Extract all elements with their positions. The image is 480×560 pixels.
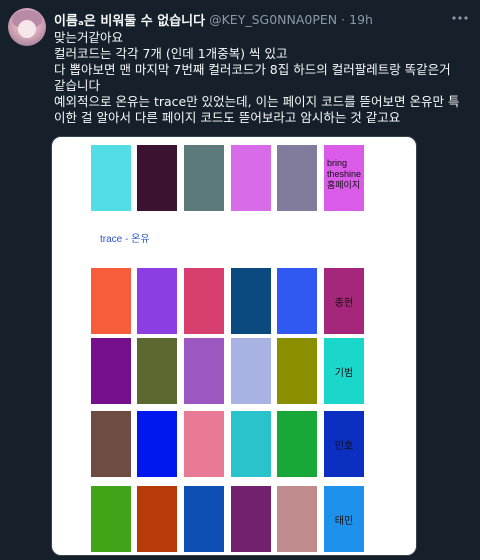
color-swatch [231,268,271,334]
trace-label: trace - 온유 [100,234,150,245]
avatar-face [18,20,36,38]
color-swatch [137,268,177,334]
user-handle[interactable]: @KEY_SG0NNA0PEN [209,12,337,27]
color-swatch [91,338,131,404]
color-swatch [91,486,131,552]
color-swatch [137,486,177,552]
color-swatch [184,486,224,552]
tweet-header: 이름ₐ은 비워둘 수 없습니다 @KEY_SG0NNA0PEN · 19h [54,9,373,29]
member-swatch: 민호 [324,411,364,477]
tweet-line: 다 뽑아보면 맨 마지막 7번째 컬러코드가 8집 하드의 컬러팔레트랑 똑같은… [54,62,451,77]
color-swatch [137,338,177,404]
color-swatch [231,338,271,404]
color-swatch [277,268,317,334]
bring-the-shine-label: bring theshine 홈페이지 [327,158,362,190]
color-swatch [184,145,224,211]
color-swatch [184,338,224,404]
tweet-text: 맞는거같아요 컬러코드는 각각 7개 (인데 1개중복) 씩 있고 다 뽑아보면… [54,30,474,126]
timestamp[interactable]: 19h [349,12,373,27]
color-swatch [137,411,177,477]
color-swatch [137,145,177,211]
more-horizontal-icon[interactable] [450,8,470,28]
separator-dot: · [341,11,346,27]
member-label: 종현 [334,298,354,309]
avatar[interactable] [8,8,46,46]
member-swatch: 태민 [324,486,364,552]
color-swatch [231,411,271,477]
color-swatch [184,268,224,334]
display-name[interactable]: 이름ₐ은 비워둘 수 없습니다 [54,10,205,29]
color-swatch [231,145,271,211]
tweet-line: 같습니다 [54,78,101,93]
member-label: 태민 [334,516,354,527]
member-swatch: 종현 [324,268,364,334]
member-swatch: 기범 [324,338,364,404]
color-swatch [277,411,317,477]
color-swatch [91,268,131,334]
color-swatch [277,338,317,404]
member-label: 민호 [334,441,354,452]
tweet: 이름ₐ은 비워둘 수 없습니다 @KEY_SG0NNA0PEN · 19h 맞는… [0,0,480,560]
color-swatch [277,486,317,552]
tweet-line: 맞는거같아요 [54,30,124,45]
color-swatch [91,411,131,477]
tweet-line: 컬러코드는 각각 7개 (인데 1개중복) 씩 있고 [54,46,288,61]
tweet-line: 이한 걸 알아서 다른 페이지 코드도 뜯어보라고 암시하는 것 같고요 [54,110,401,125]
color-swatch [277,145,317,211]
tweet-image[interactable]: trace - 온유 bring theshine 홈페이지종현기범민호태민 [51,136,417,556]
color-swatch [184,411,224,477]
color-swatch [231,486,271,552]
bring-the-shine-swatch: bring theshine 홈페이지 [324,145,364,211]
color-swatch [91,145,131,211]
member-label: 기범 [334,368,354,379]
tweet-line: 예외적으로 온유는 trace만 있었는데, 이는 페이지 코드를 뜯어보면 온… [54,94,460,109]
